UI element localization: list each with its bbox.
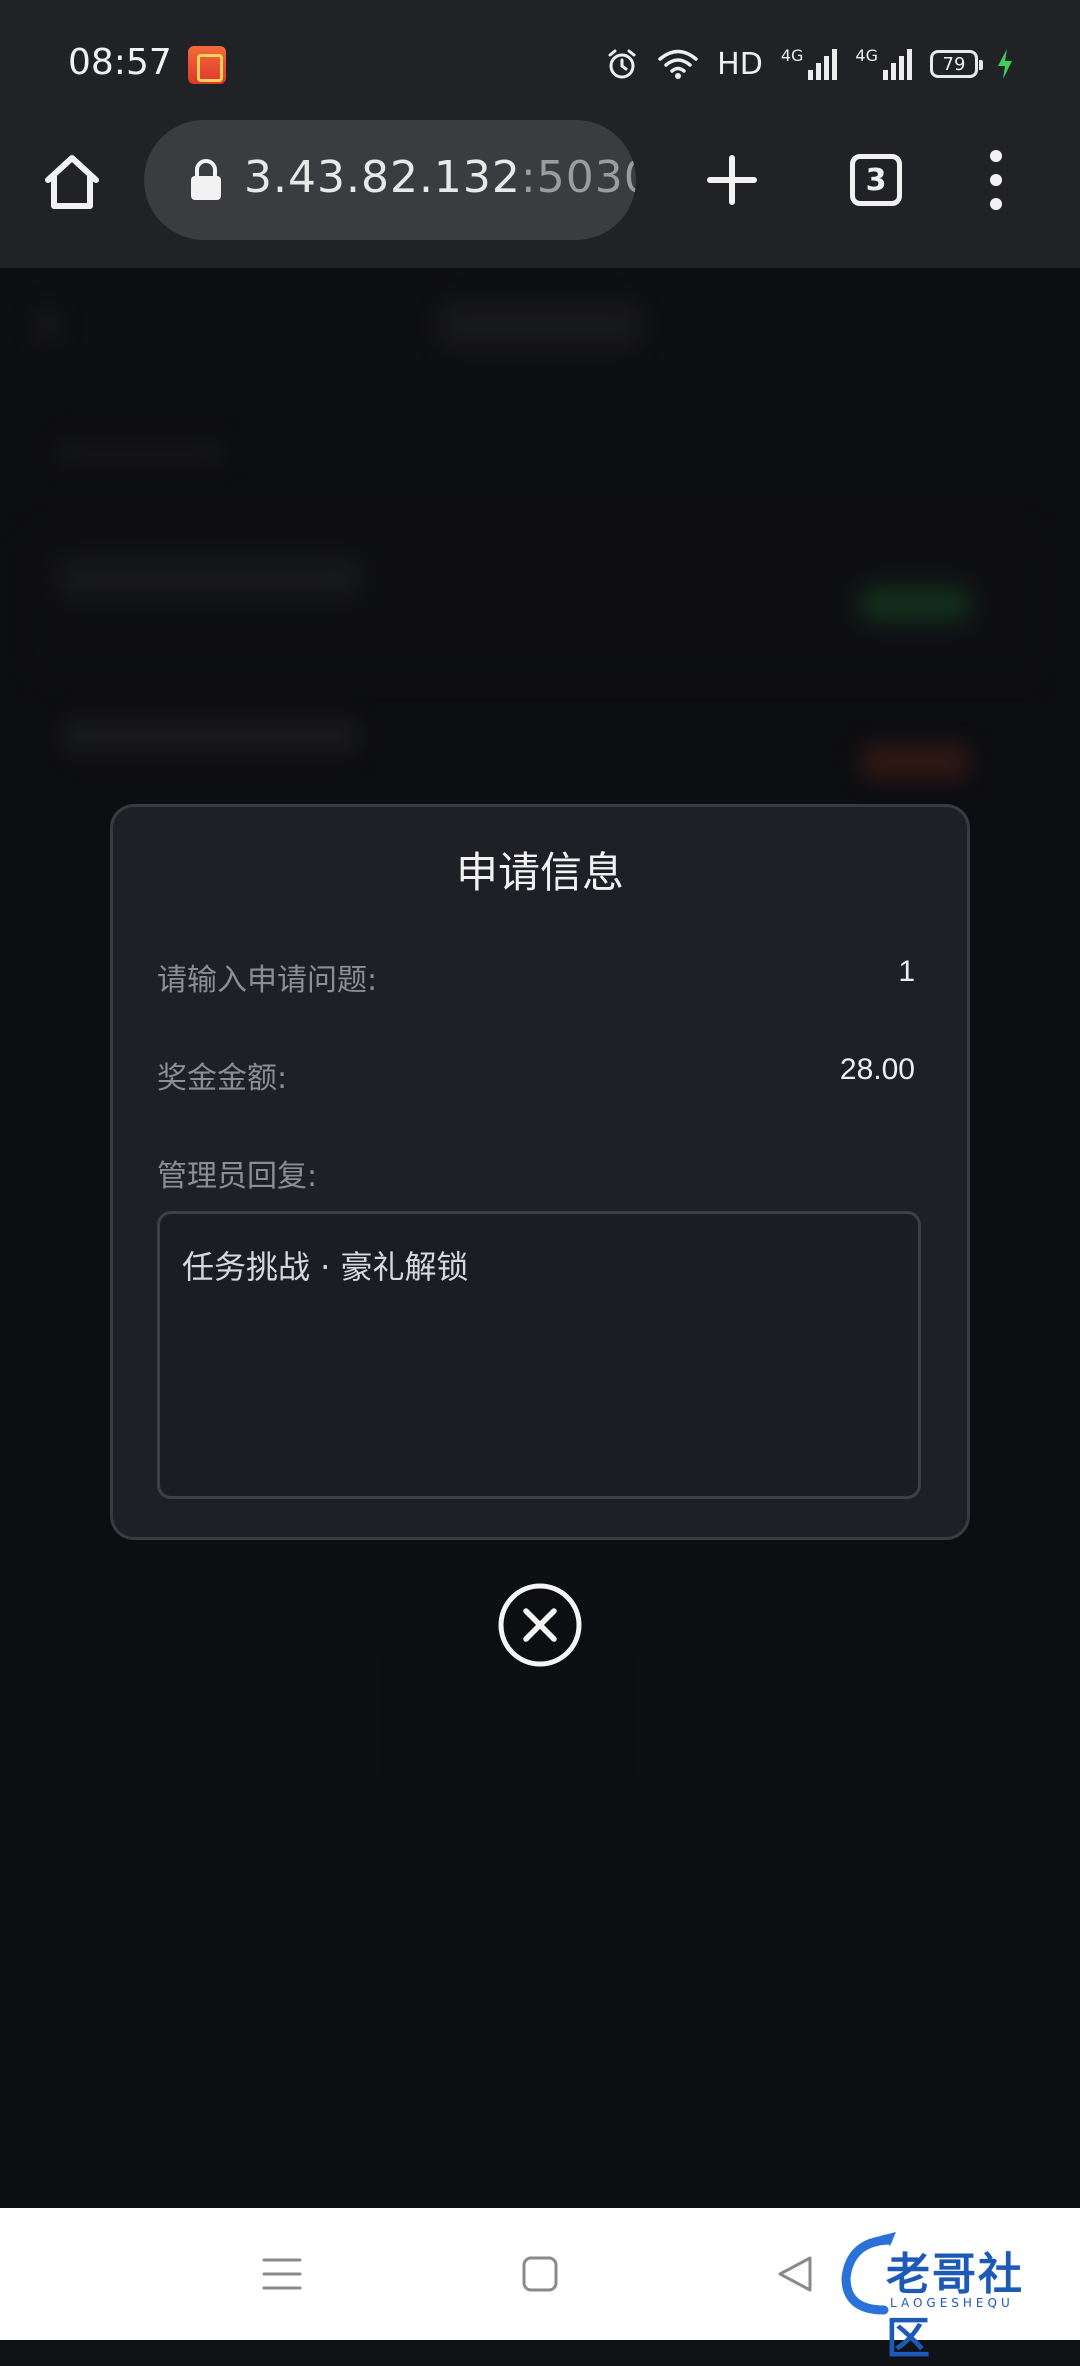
browser-toolbar: 3.43.82.132:5030 3: [0, 120, 1080, 268]
watermark-subtext: LAOGESHEQU: [890, 2296, 1014, 2310]
home-nav-icon[interactable]: [522, 2256, 558, 2292]
wifi-icon: [658, 49, 698, 79]
url-text: 3.43.82.132:5030: [244, 152, 636, 203]
admin-reply-textarea[interactable]: 任务挑战 · 豪礼解锁: [157, 1211, 921, 1499]
signal-icon: [808, 49, 838, 80]
recent-apps-icon[interactable]: [262, 2256, 302, 2292]
admin-reply-label: 管理员回复:: [157, 1159, 318, 1194]
app-notification-icon: [188, 46, 226, 84]
network-type-1: 4G: [780, 45, 804, 65]
status-time: 08:57: [68, 42, 172, 83]
watermark-logo: 老哥社区 LAOGESHEQU: [836, 2226, 1066, 2364]
bonus-amount-value: 28.00: [839, 1053, 915, 1086]
more-options-icon[interactable]: [986, 148, 1006, 212]
question-label: 请输入申请问题:: [157, 963, 378, 998]
new-tab-icon[interactable]: [704, 152, 760, 208]
lock-icon: [191, 159, 221, 200]
application-info-dialog: 申请信息 请输入申请问题: 1 奖金金额: 28.00 管理员回复: 任务挑战 …: [110, 804, 970, 1540]
address-bar[interactable]: 3.43.82.132:5030: [144, 120, 636, 240]
close-dialog-icon[interactable]: [497, 1582, 583, 1668]
tab-switcher-button[interactable]: 3: [850, 154, 902, 206]
status-bar: 08:57 HD 4G 4G 79: [0, 0, 1080, 120]
admin-reply-text: 任务挑战 · 豪礼解锁: [182, 1248, 469, 1286]
network-type-2: 4G: [855, 45, 878, 65]
system-nav-bar: 老哥社区 LAOGESHEQU: [0, 2208, 1080, 2364]
status-icons: HD 4G 4G 79: [605, 44, 1014, 84]
dialog-title: 申请信息: [455, 848, 624, 897]
charging-bolt-icon: [998, 49, 1012, 79]
hd-indicator: HD: [717, 46, 763, 82]
signal-icon-2: [883, 49, 912, 80]
home-icon[interactable]: [40, 150, 104, 214]
back-nav-icon[interactable]: [776, 2254, 814, 2294]
question-value: 1: [898, 955, 915, 988]
bonus-amount-label: 奖金金额:: [157, 1061, 288, 1096]
alarm-icon: [608, 49, 636, 79]
battery-indicator: 79: [930, 50, 983, 78]
url-port: :5030: [520, 152, 636, 203]
url-host: 3.43.82.132: [244, 152, 521, 203]
